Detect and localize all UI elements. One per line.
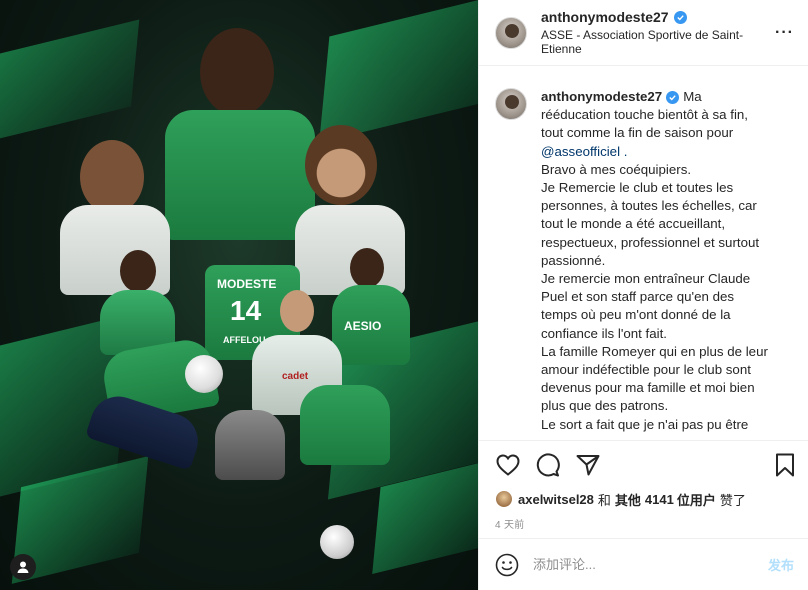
- artwork-player-head: [350, 248, 384, 288]
- artwork-boy-head: [305, 125, 377, 205]
- instagram-post-window: MODESTE 14 AFFELOU AESIO cadet anthonymo…: [0, 0, 808, 590]
- post-image[interactable]: MODESTE 14 AFFELOU AESIO cadet: [0, 0, 478, 590]
- comments-area[interactable]: anthonymodeste27 Ma rééducation touche bie…: [479, 66, 808, 440]
- caption-line: plus que des patrons.: [541, 398, 669, 414]
- caption-line: respectueux, professionnel et surtout: [541, 234, 760, 250]
- likes-suffix: 赞了: [719, 492, 746, 508]
- caption-line: personnes, à toutes les échelles, car: [541, 198, 757, 214]
- artwork-runner-jersey: [215, 410, 285, 480]
- artwork-figure-head: [200, 28, 274, 116]
- user-tag-icon: [17, 561, 29, 573]
- artwork-jersey-name: MODESTE: [217, 277, 277, 291]
- post-side-panel: anthonymodeste27 ASSE - Association Spor…: [478, 0, 808, 590]
- caption-line: rééducation touche bientôt à sa fin,: [541, 107, 748, 123]
- artwork-player-jersey: AESIO: [332, 285, 410, 365]
- artwork-figure-head: [280, 290, 314, 332]
- green-light-shard: [0, 19, 140, 151]
- artwork-girl-head: [80, 140, 144, 214]
- post-timestamp[interactable]: 4 天前: [479, 510, 808, 538]
- artwork-ball: [320, 525, 354, 559]
- bookmark-icon: [776, 453, 794, 476]
- artwork-boy-jersey: [295, 205, 405, 295]
- post-caption: anthonymodeste27 Ma rééducation touche bie…: [541, 88, 768, 440]
- caption-line: Le sort a fait que je n'ai pas pu être: [541, 416, 749, 432]
- comment-button[interactable]: [535, 452, 561, 478]
- avatar[interactable]: [495, 16, 527, 49]
- author-username-link[interactable]: anthonymodeste27: [541, 9, 669, 25]
- more-options-button[interactable]: ···: [775, 24, 794, 42]
- add-comment-bar: 发布: [479, 538, 808, 590]
- caption-line: Je Remercie le club et toutes les: [541, 180, 734, 196]
- comment-icon: [536, 452, 560, 476]
- like-button[interactable]: [495, 452, 521, 478]
- post-author: anthonymodeste27: [541, 9, 775, 25]
- share-icon: [576, 454, 600, 475]
- liker-username-link[interactable]: axelwitsel28: [518, 492, 594, 507]
- save-button[interactable]: [772, 452, 798, 478]
- liker-avatar[interactable]: [495, 490, 513, 508]
- post-header-text: anthonymodeste27 ASSE - Association Spor…: [541, 9, 775, 56]
- verified-badge-icon: [673, 10, 687, 24]
- caption-line: passionné.: [541, 252, 606, 268]
- likes-count[interactable]: 4141: [645, 492, 674, 507]
- tagged-users-button[interactable]: [10, 554, 36, 580]
- likes-summary: axelwitsel28 和 其他 4141 位用户 赞了: [479, 488, 808, 510]
- mention-link[interactable]: @asseofficiel .: [541, 144, 627, 159]
- artwork-figure-jersey: [165, 110, 315, 240]
- likes-conj: 和: [597, 492, 611, 508]
- heart-icon: [496, 453, 520, 476]
- caption-line: La famille Romeyer qui en plus de leur: [541, 343, 768, 359]
- caption-line: Puel et son staff parce qu'en des: [541, 289, 735, 305]
- caption-line: tout comme la fin de saison pour: [541, 125, 734, 141]
- artwork-cheek-text: cadet: [282, 371, 309, 382]
- caption-line: temps où peu m'ont donné de la: [541, 307, 731, 323]
- caption-username-link[interactable]: anthonymodeste27: [541, 89, 662, 104]
- artwork-runner-jersey: [300, 385, 390, 465]
- post-header: anthonymodeste27 ASSE - Association Spor…: [479, 0, 808, 66]
- artwork-sponsor-text: AESIO: [344, 319, 382, 333]
- artwork-figure-head: [120, 250, 156, 292]
- caption-line: Ma: [683, 89, 702, 104]
- likes-unit[interactable]: 位用户: [677, 490, 716, 509]
- post-comment-button[interactable]: 发布: [768, 555, 794, 574]
- comment-input[interactable]: [533, 557, 768, 572]
- emoji-button[interactable]: [495, 553, 519, 577]
- likes-others-link[interactable]: 其他: [615, 490, 641, 509]
- caption-line: confiance ils l'ont fait.: [541, 325, 667, 341]
- location-link[interactable]: ASSE - Association Sportive de Saint-Eti…: [541, 28, 775, 56]
- action-bar: [479, 440, 808, 488]
- green-light-shard: [319, 0, 478, 143]
- artwork-jersey-number: 14: [230, 295, 262, 326]
- caption-line: amour indéfectible pour le club sont: [541, 362, 751, 378]
- caption-line: devenus pour ma famille et moi bien: [541, 380, 755, 396]
- verified-badge-icon: [666, 91, 680, 104]
- caption-line: tout le monde a été accueillant,: [541, 216, 726, 232]
- caption-line: Bravo à mes coéquipiers.: [541, 161, 692, 177]
- caption-line: Je remercie mon entraîneur Claude: [541, 271, 751, 287]
- share-button[interactable]: [575, 452, 601, 478]
- emoji-icon: [495, 553, 519, 576]
- artwork-ball: [185, 355, 223, 393]
- avatar[interactable]: [495, 88, 527, 120]
